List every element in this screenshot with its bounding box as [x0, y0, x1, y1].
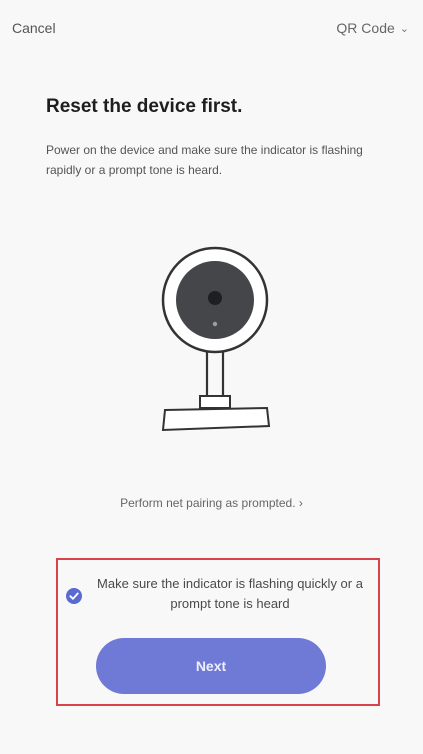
mode-label: QR Code: [336, 20, 395, 36]
cancel-button[interactable]: Cancel: [12, 20, 56, 36]
checkbox-checked-icon[interactable]: [66, 588, 82, 604]
pairing-prompt-link[interactable]: Perform net pairing as prompted. ›: [0, 496, 423, 510]
camera-icon: [161, 246, 271, 432]
chevron-down-icon: ⌄: [399, 22, 409, 35]
mode-selector[interactable]: QR Code ⌄: [336, 20, 409, 36]
next-button[interactable]: Next: [96, 638, 326, 694]
confirm-checkbox-row[interactable]: Make sure the indicator is flashing quic…: [66, 574, 386, 614]
instruction-text: Power on the device and make sure the in…: [46, 143, 363, 177]
confirm-checkbox-label: Make sure the indicator is flashing quic…: [97, 576, 363, 611]
top-bar: Cancel QR Code ⌄: [0, 0, 423, 56]
page-title: Reset the device first.: [46, 96, 243, 117]
